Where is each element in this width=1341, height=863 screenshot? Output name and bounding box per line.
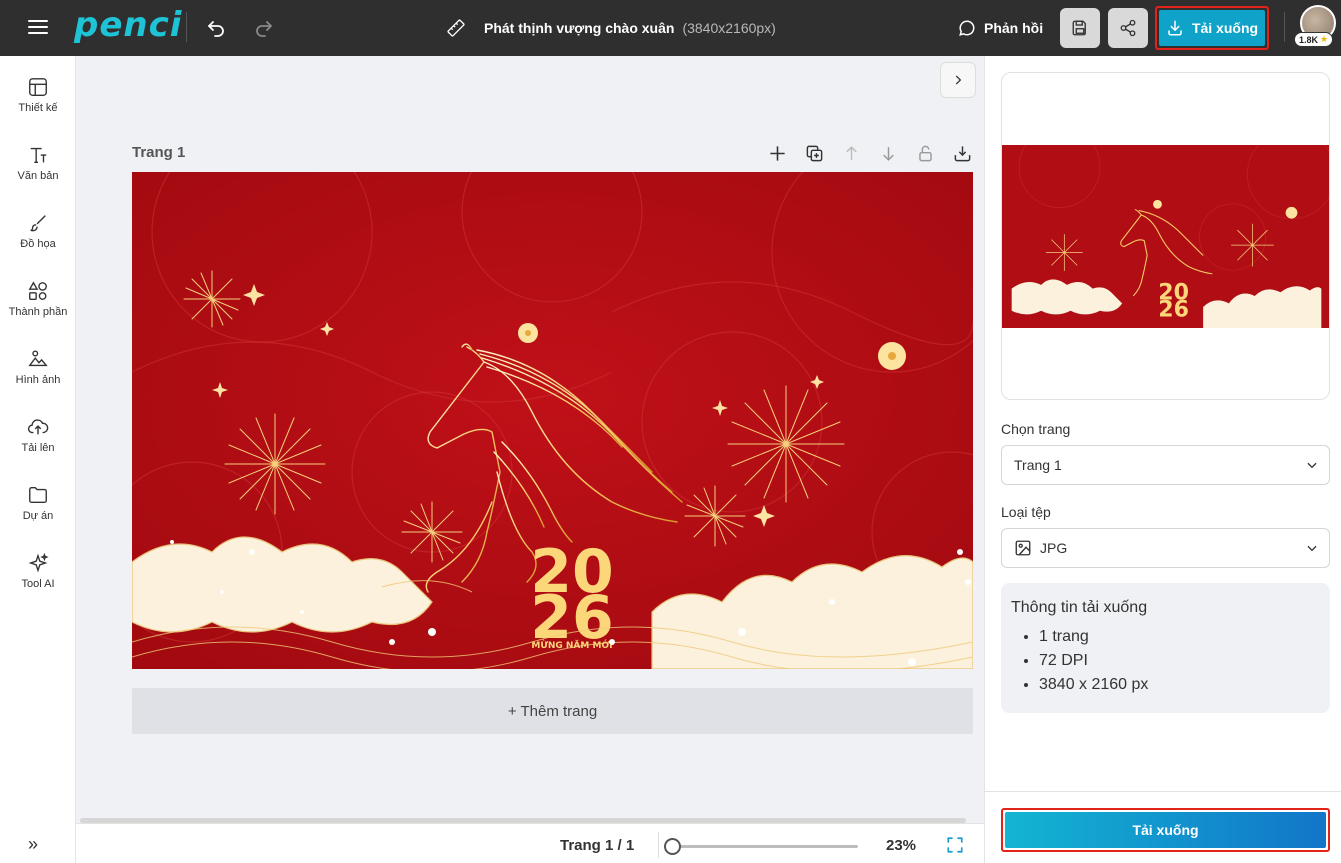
app-logo[interactable]: penci bbox=[74, 5, 182, 45]
collapse-panel-button[interactable] bbox=[940, 62, 976, 98]
preview-year-bottom: 26 bbox=[1158, 297, 1189, 323]
file-type-select[interactable]: JPG bbox=[1001, 528, 1330, 568]
sidebar-item-label: Dự án bbox=[22, 510, 54, 522]
zoom-slider[interactable] bbox=[664, 838, 858, 855]
save-button[interactable] bbox=[1060, 8, 1100, 48]
sidebar-item-text[interactable]: Văn bản bbox=[0, 138, 76, 198]
download-icon bbox=[1168, 20, 1182, 36]
list-item: 72 DPI bbox=[1039, 649, 1320, 673]
preview-image: 20 26 bbox=[1002, 145, 1329, 328]
sidebar-item-elements[interactable]: Thành phần bbox=[0, 274, 76, 334]
list-item: 1 trang bbox=[1039, 625, 1320, 649]
layout-icon bbox=[29, 78, 47, 96]
download-button[interactable]: Tải xuống bbox=[1001, 808, 1330, 852]
document-dimensions: (3840x2160px) bbox=[682, 20, 776, 36]
brush-icon bbox=[30, 215, 46, 232]
sidebar-item-projects[interactable]: Dự án bbox=[0, 478, 76, 538]
sidebar-item-label: Thiết kế bbox=[18, 102, 58, 114]
left-sidebar: Thiết kế Văn bản Đồ họa Thành phần Hình … bbox=[0, 56, 76, 863]
shapes-icon bbox=[28, 281, 47, 300]
file-type-value: JPG bbox=[1040, 540, 1068, 556]
canvas-workspace: Trang 1 20 26 MỪNG NĂM MỚI + Thêm trang bbox=[76, 56, 984, 823]
chevron-down-icon bbox=[1307, 462, 1317, 469]
sidebar-item-label: Thành phần bbox=[8, 306, 68, 318]
share-button[interactable] bbox=[1108, 8, 1148, 48]
move-down-icon[interactable] bbox=[879, 144, 898, 163]
sidebar-item-label: Văn bản bbox=[17, 170, 59, 182]
menu-icon[interactable] bbox=[26, 16, 50, 40]
design-artwork: 20 26 MỪNG NĂM MỚI bbox=[132, 172, 973, 669]
ruler-icon bbox=[447, 19, 465, 37]
divider bbox=[1284, 12, 1285, 42]
sidebar-item-label: Đồ họa bbox=[20, 238, 56, 250]
page-select-value: Trang 1 bbox=[1014, 457, 1062, 473]
sidebar-item-label: Tải lên bbox=[21, 442, 55, 454]
page-select[interactable]: Trang 1 bbox=[1001, 445, 1330, 485]
redo-icon[interactable] bbox=[252, 15, 276, 39]
divider bbox=[186, 12, 187, 42]
add-icon[interactable] bbox=[768, 144, 787, 163]
file-type-label: Loại tệp bbox=[1001, 504, 1051, 520]
download-label: Tải xuống bbox=[1191, 20, 1259, 36]
status-bar: Trang 1 / 1 23% bbox=[76, 823, 984, 863]
star-icon: ★ bbox=[1320, 34, 1329, 44]
avatar-badge: 1.8K ★ bbox=[1294, 32, 1334, 47]
sidebar-item-design[interactable]: Thiết kế bbox=[0, 70, 76, 130]
add-page-button[interactable]: + Thêm trang bbox=[132, 688, 973, 734]
design-caption: MỪNG NĂM MỚI bbox=[531, 639, 612, 651]
list-item: 3840 x 2160 px bbox=[1039, 673, 1320, 697]
download-button-top[interactable]: Tải xuống bbox=[1155, 6, 1269, 50]
move-up-icon[interactable] bbox=[842, 144, 861, 163]
sidebar-item-upload[interactable]: Tải lên bbox=[0, 410, 76, 470]
image-file-icon bbox=[1015, 540, 1031, 556]
download-panel: 20 26 Chọn trang Trang 1 Loại tệp JPG Th… bbox=[984, 56, 1341, 863]
divider bbox=[658, 832, 659, 858]
sidebar-item-label: Hình ảnh bbox=[15, 374, 61, 386]
page-toolbar bbox=[768, 144, 972, 163]
preview-artwork: 20 26 bbox=[1011, 145, 1329, 328]
panel-footer: Tải xuống bbox=[985, 791, 1341, 863]
download-info-box: Thông tin tải xuống 1 trang 72 DPI 3840 … bbox=[1001, 583, 1330, 713]
download-info-title: Thông tin tải xuống bbox=[1011, 599, 1148, 616]
document-title-area[interactable]: Phát thịnh vượng chào xuân (3840x2160px) bbox=[446, 0, 776, 56]
feedback-button[interactable]: Phản hồi bbox=[958, 0, 1043, 56]
chevron-right-icon bbox=[955, 75, 962, 85]
save-icon bbox=[1072, 20, 1086, 36]
text-icon bbox=[30, 147, 47, 164]
sparkle-icon bbox=[28, 552, 49, 573]
download-button-label: Tải xuống bbox=[1005, 812, 1326, 848]
lock-icon[interactable] bbox=[916, 144, 935, 163]
sidebar-item-ai-tool[interactable]: Tool AI bbox=[0, 546, 76, 606]
fullscreen-icon[interactable] bbox=[946, 836, 964, 854]
sidebar-item-label: Tool AI bbox=[21, 578, 55, 590]
design-canvas[interactable]: 20 26 MỪNG NĂM MỚI bbox=[132, 172, 973, 669]
sidebar-item-graphics[interactable]: Đồ họa bbox=[0, 206, 76, 266]
chevron-down-icon bbox=[1307, 545, 1317, 552]
feedback-label: Phản hồi bbox=[984, 20, 1044, 36]
select-page-label: Chọn trang bbox=[1001, 421, 1071, 437]
sidebar-item-images[interactable]: Hình ảnh bbox=[0, 342, 76, 402]
expand-sidebar-icon[interactable]: » bbox=[28, 834, 38, 855]
page-title: Trang 1 bbox=[132, 144, 186, 161]
page-count: Trang 1 / 1 bbox=[560, 837, 635, 854]
upload-icon bbox=[27, 419, 49, 435]
chat-bubble-icon bbox=[959, 20, 975, 36]
download-info-list: 1 trang 72 DPI 3840 x 2160 px bbox=[1011, 625, 1320, 697]
document-title[interactable]: Phát thịnh vượng chào xuân bbox=[484, 20, 674, 36]
top-bar: penci Phát thịnh vượng chào xuân (3840x2… bbox=[0, 0, 1341, 56]
share-icon bbox=[1120, 19, 1136, 37]
download-preview: 20 26 bbox=[1001, 72, 1330, 400]
undo-icon[interactable] bbox=[204, 15, 228, 39]
zoom-slider-thumb[interactable] bbox=[664, 838, 681, 855]
image-icon bbox=[28, 350, 48, 367]
download-page-icon[interactable] bbox=[953, 144, 972, 163]
duplicate-icon[interactable] bbox=[805, 144, 824, 163]
zoom-level[interactable]: 23% bbox=[886, 837, 916, 854]
folder-icon bbox=[29, 486, 47, 504]
